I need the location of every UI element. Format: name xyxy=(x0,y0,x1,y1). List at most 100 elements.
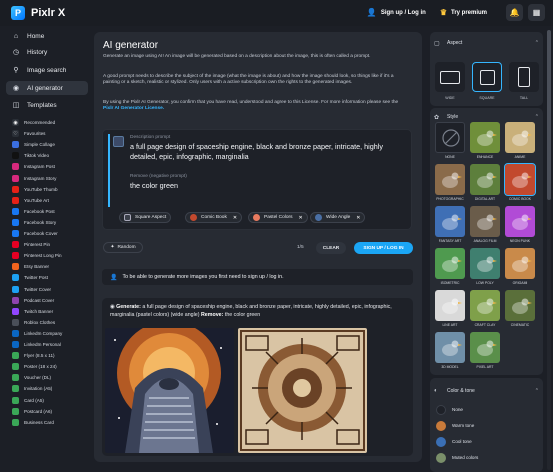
nav-templates[interactable]: ◫ Templates xyxy=(6,98,88,112)
style-option[interactable] xyxy=(470,248,500,279)
style-option[interactable] xyxy=(505,290,535,321)
template-item[interactable]: LinkedIn Personal xyxy=(12,340,90,349)
style-option-label: ANALOG FILM xyxy=(473,239,497,243)
negative-prompt-text[interactable]: the color green xyxy=(130,181,400,191)
aspect-wide[interactable] xyxy=(435,62,465,92)
template-item[interactable]: ◉ Recommended xyxy=(12,118,90,127)
template-item[interactable]: Twitch Banner xyxy=(12,307,90,316)
template-item[interactable]: ♡ Favourites xyxy=(12,129,90,138)
template-item[interactable]: Invitation (A5) xyxy=(12,384,90,393)
style-option[interactable] xyxy=(505,248,535,279)
template-item[interactable]: LinkedIn Company xyxy=(12,329,90,338)
square-shape-icon xyxy=(480,70,495,85)
template-item-label: Business Card xyxy=(24,419,54,425)
color-tone-option[interactable]: Cool tone xyxy=(436,436,542,447)
bird-thumb-icon xyxy=(442,214,462,230)
template-item[interactable]: Poster (18 x 24) xyxy=(12,362,90,371)
color-tone-option[interactable]: None xyxy=(436,404,542,415)
nav-ai-generator[interactable]: ◉ AI generator xyxy=(6,81,88,95)
style-option[interactable] xyxy=(470,122,500,153)
random-button[interactable]: ✦ Random xyxy=(103,242,143,253)
style-option[interactable] xyxy=(470,290,500,321)
template-item[interactable]: Instagram Story xyxy=(12,174,90,183)
template-item-label: Recommended xyxy=(24,120,56,125)
chip-pastel-colors-label: Pastel Colors xyxy=(264,215,293,220)
style-option[interactable] xyxy=(435,164,465,195)
style-option[interactable] xyxy=(470,206,500,237)
aspect-tall[interactable] xyxy=(509,62,539,92)
chip-pastel-colors[interactable]: Pastel Colors ✕ xyxy=(248,212,308,223)
generated-image-1[interactable] xyxy=(105,328,234,453)
template-item[interactable]: Facebook Cover xyxy=(12,229,90,238)
style-option[interactable] xyxy=(504,163,536,196)
aspect-tall-label: TALL xyxy=(519,96,529,100)
style-header[interactable]: ✿ Style ⌃ xyxy=(434,112,539,122)
bird-thumb-icon xyxy=(442,340,462,356)
template-item[interactable]: Twitter Cover xyxy=(12,285,90,294)
style-option[interactable] xyxy=(505,206,535,237)
signup-login-link[interactable]: 👤 Sign up / Log in xyxy=(367,8,426,17)
right-panel: ▢ Aspect ⌃ WIDE SQUARE TALL ✿ Style ⌃ NO… xyxy=(428,26,546,472)
try-premium-link[interactable]: ♛ Try premium xyxy=(440,8,487,17)
chip-comic-book[interactable]: Comic Book ✕ xyxy=(185,212,243,223)
remove-chip-icon[interactable]: ✕ xyxy=(356,215,360,221)
template-item[interactable]: Simple Collage xyxy=(12,140,90,149)
template-item[interactable]: YouTube Thumb xyxy=(12,185,90,194)
remove-chip-icon[interactable]: ✕ xyxy=(299,215,303,221)
aspect-header[interactable]: ▢ Aspect ⌃ xyxy=(434,38,539,48)
template-item[interactable]: Postcard (A6) xyxy=(12,407,90,416)
template-item[interactable]: Pinterest Pin xyxy=(12,240,90,249)
brand[interactable]: P Pixlr X xyxy=(11,6,65,20)
template-item[interactable]: Instagram Post xyxy=(12,162,90,171)
template-item[interactable]: Voucher (DL) xyxy=(12,373,90,382)
prompt-text[interactable]: a full page design of spaceship engine, … xyxy=(130,142,400,161)
license-link[interactable]: Pixlr AI Generator License. xyxy=(103,106,164,111)
prompt-editor[interactable]: Description prompt a full page design of… xyxy=(108,134,408,207)
template-item[interactable]: Card (A5) xyxy=(12,396,90,405)
style-option[interactable] xyxy=(505,122,535,153)
template-item[interactable]: Twitter Post xyxy=(12,273,90,282)
aspect-square-label: SQUARE xyxy=(479,96,495,100)
clear-button[interactable]: CLEAR xyxy=(316,242,346,254)
notifications-button[interactable]: 🔔 xyxy=(506,4,523,21)
template-item[interactable]: Podcast Cover xyxy=(12,296,90,305)
template-item[interactable]: Facebook Post xyxy=(12,207,90,216)
right-panel-scrollbar[interactable] xyxy=(547,30,551,470)
nav-history-label: History xyxy=(27,48,48,56)
chip-wide-angle[interactable]: Wide Angle ✕ xyxy=(310,212,366,223)
style-option[interactable] xyxy=(435,290,465,321)
aspect-square[interactable] xyxy=(472,62,502,92)
style-option[interactable] xyxy=(435,206,465,237)
template-item[interactable]: Pinterest Long Pin xyxy=(12,251,90,260)
style-option[interactable] xyxy=(470,164,500,195)
prompt-guidance-paragraph: A good prompt needs to describe the subj… xyxy=(103,74,394,85)
image-prompt-icon[interactable] xyxy=(113,136,124,147)
template-item[interactable]: YouTube Art xyxy=(12,196,90,205)
style-option[interactable] xyxy=(435,332,465,363)
nav-home[interactable]: ⌂ Home xyxy=(6,29,88,43)
generation-counter: 1/5 xyxy=(297,245,304,250)
template-item[interactable]: Etsy Banner xyxy=(12,262,90,271)
nav-history[interactable]: ◷ History xyxy=(6,45,88,59)
signup-login-button[interactable]: SIGN UP / LOG IN xyxy=(354,242,413,254)
template-item[interactable]: Facebook Story xyxy=(12,218,90,227)
color-tone-option[interactable]: Muted colors xyxy=(436,452,542,463)
template-item-label: Instagram Post xyxy=(24,164,55,170)
template-item[interactable]: Flyer (8.5 x 11) xyxy=(12,351,90,360)
chip-square-aspect[interactable]: Square Aspect xyxy=(119,212,172,223)
generated-image-2[interactable] xyxy=(238,328,367,453)
style-option[interactable] xyxy=(435,248,465,279)
color-tone-header[interactable]: ◐ Color & tone ⌃ xyxy=(434,386,539,396)
scroll-thumb[interactable] xyxy=(547,30,551,200)
nav-image-search[interactable]: ⚲ Image search xyxy=(6,63,88,77)
template-item[interactable]: Roblox Clothes xyxy=(12,318,90,327)
remove-chip-icon[interactable]: ✕ xyxy=(233,215,237,221)
style-option[interactable] xyxy=(435,122,465,153)
style-option[interactable] xyxy=(470,332,500,363)
template-item-label: Card (A5) xyxy=(24,397,44,403)
aspect-section: ▢ Aspect ⌃ WIDE SQUARE TALL xyxy=(430,32,543,106)
apps-grid-button[interactable]: ▦ xyxy=(528,4,545,21)
template-item[interactable]: Business Card xyxy=(12,418,90,427)
color-tone-option[interactable]: Warm tone xyxy=(436,420,542,431)
template-item[interactable]: Tiktok Video xyxy=(12,151,90,160)
